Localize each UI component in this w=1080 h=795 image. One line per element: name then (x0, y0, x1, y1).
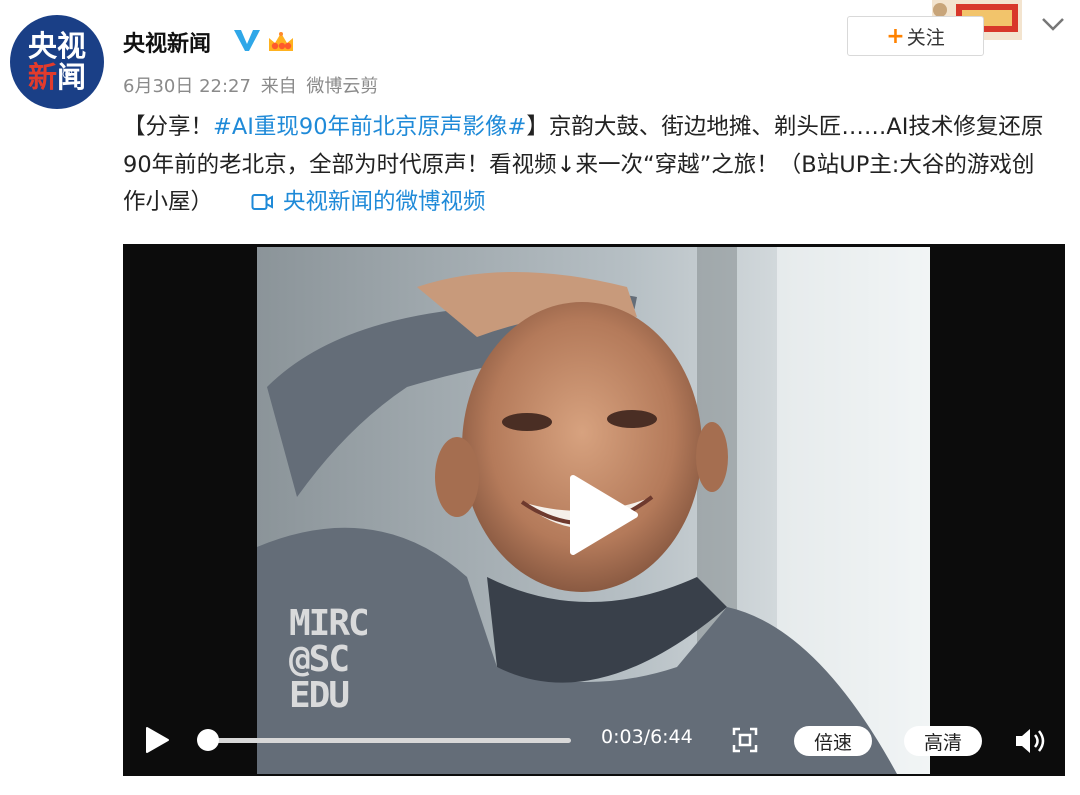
chevron-down-icon[interactable] (1040, 14, 1066, 34)
post-date[interactable]: 6月30日 22:27 (123, 76, 251, 97)
follow-button[interactable]: + 关注 (847, 16, 984, 56)
avatar-text-bottom: 新闻 (28, 62, 86, 93)
account-name[interactable]: 央视新闻 (123, 26, 211, 58)
hashtag-link[interactable]: #AI重现90年前北京原声影像# (213, 114, 526, 140)
follow-label: 关注 (906, 26, 945, 49)
post-prefix: 【分享！ (123, 114, 214, 140)
avatar-at: @ (62, 67, 73, 80)
watermark-line: EDU (289, 675, 350, 716)
progress-bar[interactable] (205, 738, 571, 743)
video-controls: 0:03/6:44 倍速 高清 (123, 710, 1065, 776)
avatar-text-top: 央视 (27, 29, 86, 63)
watermark-line: @SC (289, 639, 350, 680)
progress-handle[interactable] (196, 729, 219, 751)
video-link-label: 央视新闻的微博视频 (283, 189, 486, 215)
play-icon[interactable] (143, 725, 171, 755)
avatar-text-red: 新 (27, 60, 57, 94)
avatar[interactable]: 央视 新闻 @ (10, 15, 104, 109)
source-prefix: 来自 (260, 76, 297, 97)
volume-icon[interactable] (1014, 727, 1048, 755)
quality-button[interactable]: 高清 (904, 726, 982, 756)
weibo-video-link[interactable]: 央视新闻的微博视频 (251, 189, 486, 215)
verified-v-icon (234, 30, 260, 51)
post-meta: 6月30日 22:27 来自 微博云剪 (123, 72, 378, 98)
post-text: 【分享！#AI重现90年前北京原声影像#】京韵大鼓、街边地摊、剃头匠……AI技术… (123, 109, 1053, 222)
video-player[interactable]: MIRC @SC EDU 0:03/6:44 倍速 高清 (123, 244, 1065, 776)
video-link-icon (251, 194, 274, 210)
watermark-line: MIRC (289, 603, 370, 644)
source-name[interactable]: 微博云剪 (306, 76, 378, 97)
plus-icon: + (886, 23, 905, 49)
time-display: 0:03/6:44 (601, 726, 693, 748)
speed-button[interactable]: 倍速 (794, 726, 872, 756)
play-overlay-icon[interactable] (563, 470, 643, 560)
fullscreen-icon[interactable] (732, 727, 758, 753)
vip-crown-icon[interactable] (266, 29, 296, 55)
mirc-watermark: MIRC @SC EDU (289, 603, 370, 716)
